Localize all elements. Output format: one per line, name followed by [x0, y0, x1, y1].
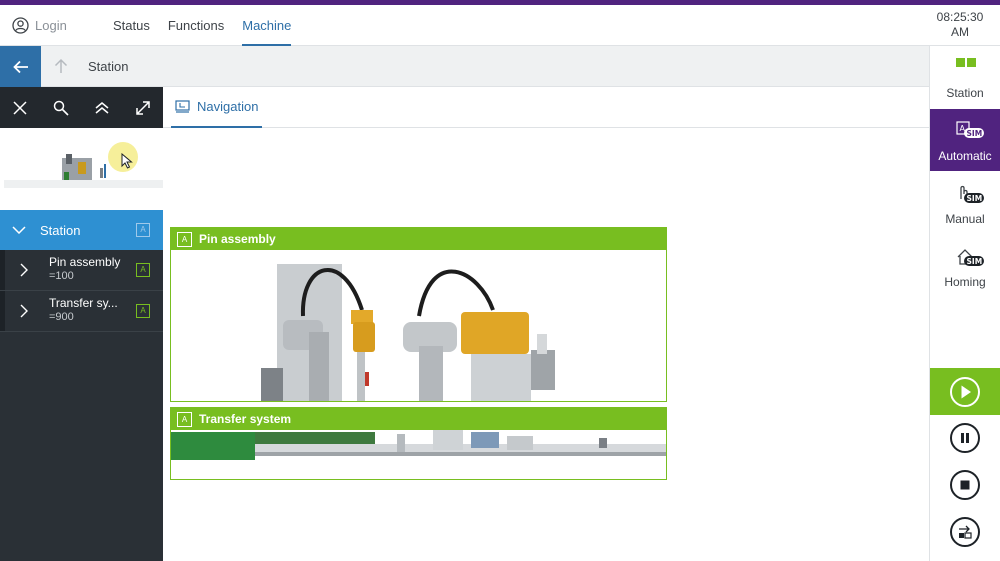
menu-machine[interactable]: Machine — [242, 5, 292, 46]
tree-root-station[interactable]: Station A — [0, 210, 163, 250]
tab-navigation-label: Navigation — [197, 99, 259, 114]
automatic-label: Automatic — [938, 149, 992, 163]
manual-sim-icon: SIM — [960, 185, 984, 203]
close-tree-button[interactable] — [0, 87, 41, 128]
pin-assembly-3d-view — [261, 264, 555, 401]
tree-item-indicator — [0, 250, 5, 290]
tree-item-indicator — [0, 291, 5, 331]
tree-item-name: Transfer sy... — [49, 296, 118, 310]
clock: 08:25:30 AM — [930, 10, 990, 40]
svg-text:SIM: SIM — [967, 129, 983, 138]
clock-period: AM — [951, 25, 969, 39]
login-label: Login — [35, 18, 67, 33]
back-button[interactable] — [0, 46, 41, 87]
automatic-mode-button[interactable]: A SIM Automatic — [930, 109, 1000, 171]
homing-label: Homing — [944, 275, 986, 289]
menu-functions[interactable]: Functions — [168, 5, 224, 46]
secondary-bar: Station — [0, 46, 929, 87]
clock-time: 08:25:30 — [936, 10, 984, 24]
homing-sim-icon: SIM — [957, 249, 984, 266]
auto-badge-icon: A — [136, 304, 150, 318]
collapse-all-button[interactable] — [82, 87, 123, 128]
panel-title: Transfer system — [199, 412, 292, 426]
tree-root-label: Station — [40, 222, 81, 238]
breadcrumb-title: Station — [88, 59, 129, 74]
pause-button[interactable] — [950, 423, 980, 453]
mouse-pointer-icon — [121, 153, 133, 169]
homing-mode-button[interactable]: SIM Homing — [930, 235, 1000, 297]
step-button[interactable] — [950, 517, 980, 547]
expand-button[interactable] — [122, 87, 163, 128]
play-icon — [950, 376, 980, 407]
tree-toolbar — [0, 87, 163, 128]
panel-header: A Pin assembly — [171, 228, 666, 250]
station-preview — [0, 128, 168, 210]
station-button[interactable]: Station — [930, 46, 1000, 108]
collapse-all-icon — [95, 101, 109, 114]
panel-pin-assembly[interactable]: A Pin assembly — [170, 227, 667, 402]
svg-text:SIM: SIM — [967, 257, 983, 266]
manual-mode-button[interactable]: SIM Manual — [930, 172, 1000, 234]
up-arrow-icon[interactable] — [52, 57, 70, 75]
content-tabs: Navigation — [163, 87, 929, 128]
auto-badge-icon: A — [177, 411, 192, 427]
station-tree: Station A Pin assembly =100 A Transfer s… — [0, 210, 163, 561]
tree-item-name: Pin assembly — [49, 255, 121, 269]
search-button[interactable] — [41, 87, 82, 128]
login-button[interactable]: Login — [12, 17, 67, 34]
stop-icon — [960, 480, 970, 490]
tab-navigation[interactable]: Navigation — [171, 87, 263, 128]
top-bar: Login Status Functions Machine 08:25:30 … — [0, 5, 1000, 46]
station-label: Station — [946, 86, 984, 100]
play-button[interactable] — [930, 368, 1000, 415]
auto-badge-icon: A — [136, 223, 150, 237]
station-thumbnail — [4, 154, 168, 188]
chevron-right-icon — [20, 263, 28, 277]
stop-button[interactable] — [950, 470, 980, 500]
user-icon — [12, 17, 29, 34]
panel-title: Pin assembly — [199, 232, 276, 246]
auto-badge-icon: A — [177, 231, 192, 247]
chevron-right-icon — [20, 304, 28, 318]
tree-item-transfer-system[interactable]: Transfer sy... =900 A — [0, 291, 163, 332]
navigation-icon — [175, 100, 190, 113]
menu-status[interactable]: Status — [113, 5, 150, 46]
search-icon — [53, 100, 69, 116]
automatic-sim-icon: ASIM — [956, 121, 984, 138]
pause-icon — [961, 433, 969, 443]
svg-text:SIM: SIM — [967, 194, 983, 203]
panel-header: A Transfer system — [171, 408, 666, 430]
close-icon — [13, 100, 27, 115]
main-menu: Status Functions Machine — [113, 5, 292, 46]
tree-item-value: =900 — [49, 311, 74, 323]
mode-sidebar: Station A SIM Automatic SIM Manual SIM Ho… — [929, 46, 1000, 561]
auto-badge-icon: A — [136, 263, 150, 277]
manual-label: Manual — [945, 212, 985, 226]
tree-item-pin-assembly[interactable]: Pin assembly =100 A — [0, 250, 163, 291]
transfer-system-3d-view — [171, 430, 666, 460]
station-grid-icon — [956, 58, 976, 67]
step-icon — [959, 525, 972, 539]
chevron-down-icon — [12, 226, 26, 234]
back-arrow-icon — [12, 60, 28, 73]
panel-transfer-system[interactable]: A Transfer system — [170, 407, 667, 480]
tree-item-value: =100 — [49, 270, 74, 282]
expand-icon — [135, 100, 150, 115]
